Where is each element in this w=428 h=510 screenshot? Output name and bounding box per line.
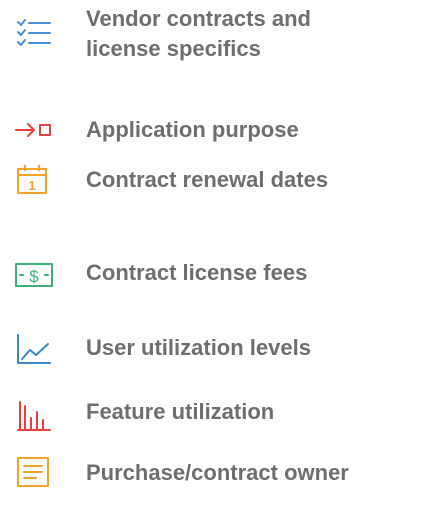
calendar-day-glyph: 1 bbox=[28, 178, 35, 193]
dollar-bill-icon: $ bbox=[14, 258, 54, 290]
feature-list: Vendor contracts and license specifics A… bbox=[0, 0, 428, 510]
checklist-icon bbox=[14, 18, 54, 50]
list-item-label: Contract license fees bbox=[86, 260, 308, 285]
list-item-label: Feature utilization bbox=[86, 399, 275, 424]
list-item-label: Contract renewal dates bbox=[86, 167, 329, 192]
dollar-sign-glyph: $ bbox=[29, 267, 39, 286]
list-item-label: Application purpose bbox=[86, 117, 299, 142]
arrow-to-box-icon bbox=[14, 114, 54, 146]
list-item-label: Purchase/contract owner bbox=[86, 460, 349, 485]
calendar-icon: 1 bbox=[14, 163, 54, 195]
list-item-label: Vendor contracts and license specifics bbox=[86, 6, 311, 61]
document-icon bbox=[14, 456, 54, 488]
list-item-label: User utilization levels bbox=[86, 335, 311, 360]
bar-chart-icon bbox=[14, 400, 54, 432]
line-chart-icon bbox=[14, 333, 54, 365]
